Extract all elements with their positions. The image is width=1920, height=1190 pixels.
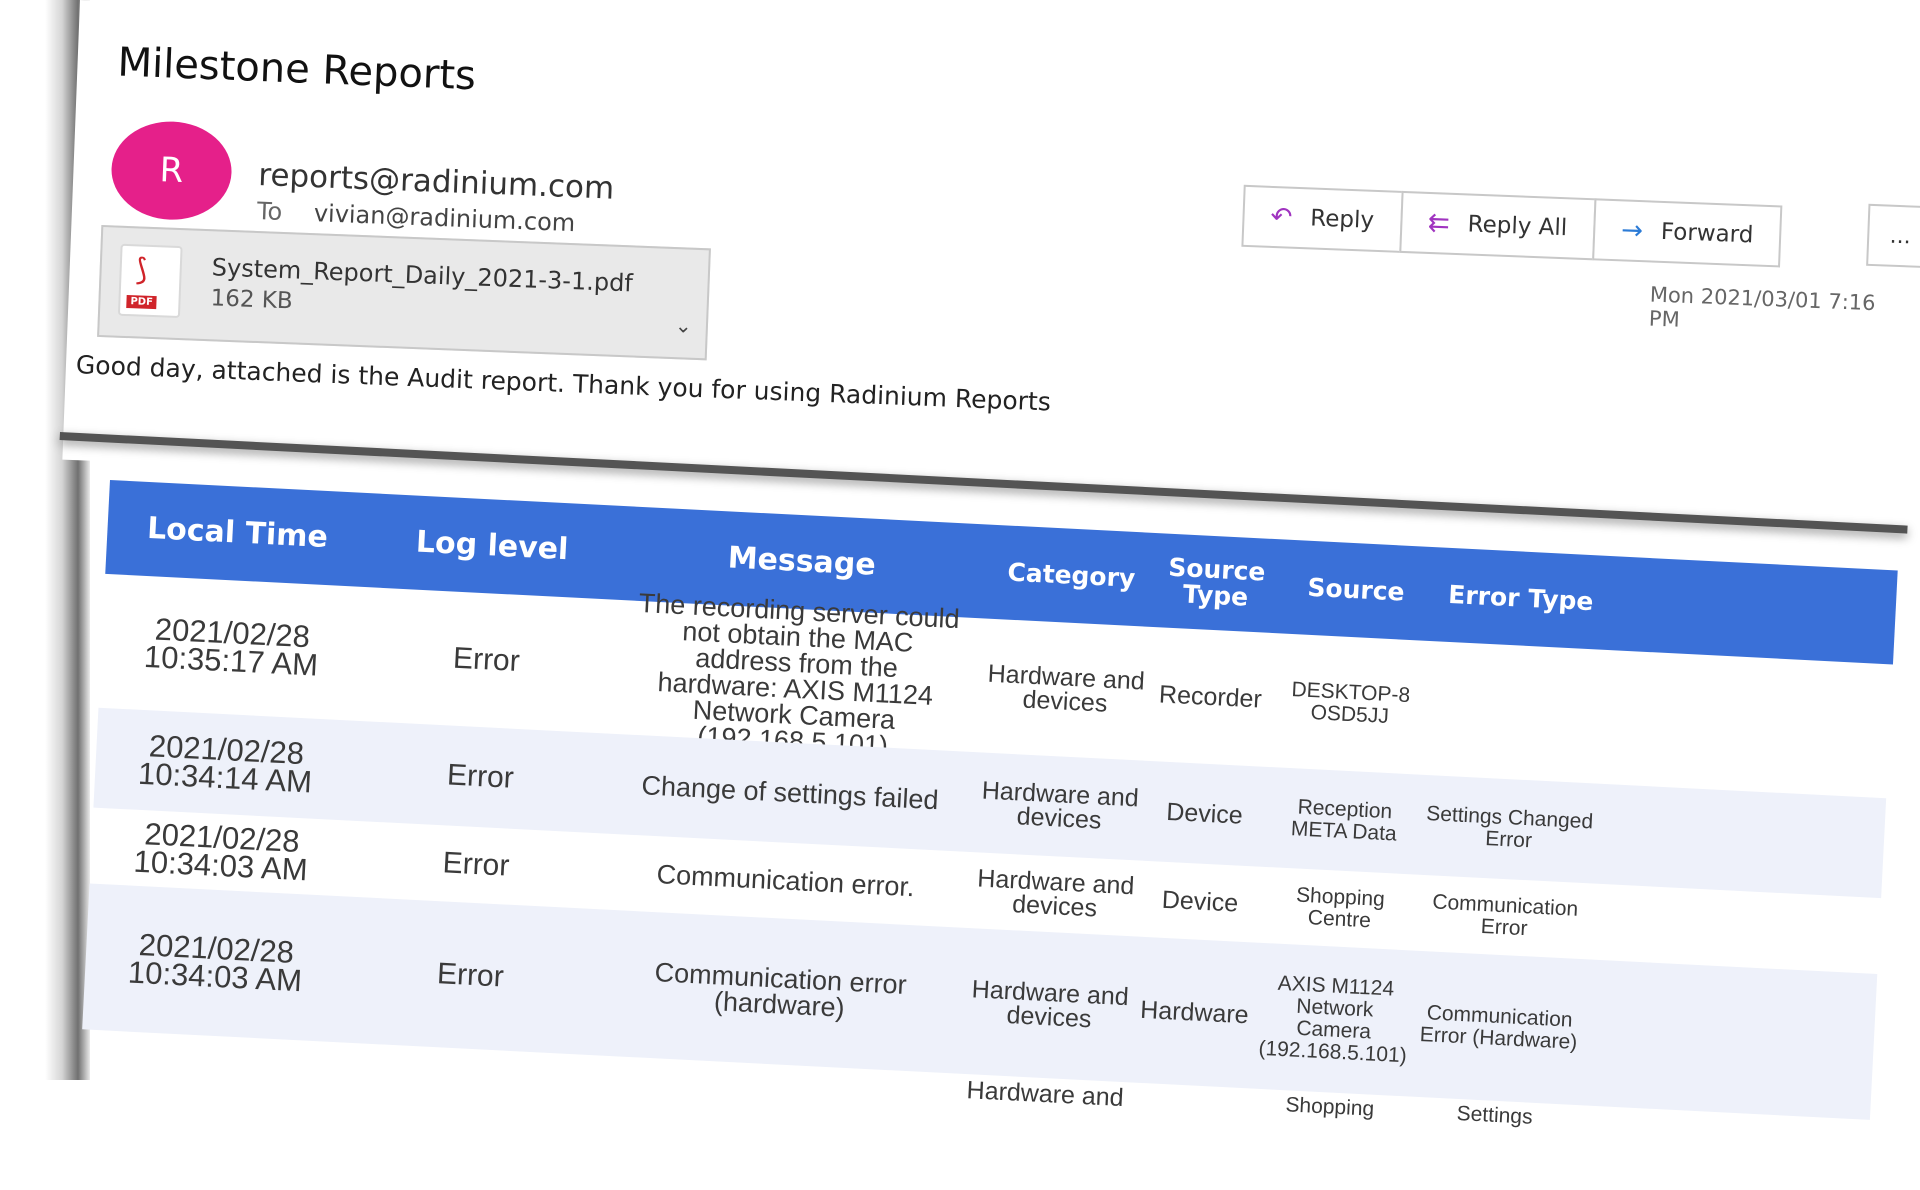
cell-error-type: Communication Error	[1431, 890, 1579, 941]
cell-category: Hardware and devices	[987, 659, 1146, 718]
column-header-source-type: Source Type	[1167, 552, 1267, 612]
cell-local-time: 2021/02/28 10:35:17 AM	[98, 574, 364, 721]
cell-category: Hardware and	[966, 1076, 1125, 1113]
cell-source-type: Device	[1161, 885, 1239, 918]
column-header-local-time: Local Time	[146, 510, 329, 556]
cell-local-time: 2021/02/28 10:34:14 AM	[93, 708, 358, 821]
message-datetime: Mon 2021/03/01 7:16 PM	[1648, 282, 1876, 332]
acrobat-glyph-icon: ⟆	[135, 252, 149, 288]
pdf-icon: ⟆ PDF	[117, 243, 183, 319]
recipient-address[interactable]: vivian@radinium.com	[313, 199, 575, 237]
avatar-initial: R	[158, 150, 185, 192]
reply-all-icon: ⇇	[1427, 207, 1451, 239]
cell-message: Change of settings failed	[640, 770, 940, 816]
to-label: To	[256, 196, 283, 226]
cell-clock: 10:34:03 AM	[127, 954, 303, 999]
attachment-size: 162 KB	[210, 285, 294, 315]
cell-local-time: 2021/02/28 10:34:03 AM	[90, 808, 354, 897]
cell-source: DESKTOP-8OSD5JJ	[1291, 678, 1411, 728]
cell-log-level: Error	[436, 957, 505, 994]
cell-source: Reception META Data	[1290, 795, 1398, 846]
message-body: Good day, attached is the Audit report. …	[75, 350, 1052, 417]
reply-icon: ↶	[1269, 201, 1293, 233]
cell-category: Hardware and devices	[981, 776, 1140, 835]
cell-error-type	[1427, 641, 1604, 783]
cell-clock: 10:35:17 AM	[143, 638, 319, 683]
cell-local-time: 2021/02/28 10:34:03 AM	[82, 883, 349, 1042]
audit-report-table: Local Time Log level Message Category So…	[79, 480, 1898, 1190]
cell-message: Communication error (hardware)	[653, 957, 908, 1023]
reply-button[interactable]: ↶ Reply	[1241, 184, 1404, 253]
reply-label: Reply	[1309, 205, 1375, 234]
cell-source-type: Recorder	[1158, 679, 1263, 714]
cell-clock: 10:34:03 AM	[132, 843, 309, 888]
cell-source: Shopping Centre	[1295, 883, 1386, 933]
cell-error-type: Settings	[1456, 1101, 1534, 1129]
cell-error-type: Communication Error (Hardware)	[1419, 1001, 1578, 1054]
more-actions-button[interactable]: ...	[1866, 203, 1920, 269]
cell-source: AXIS M1124 Network Camera (192.168.5.101…	[1257, 971, 1408, 1068]
cell-category: Hardware and devices	[976, 864, 1135, 923]
forward-button[interactable]: → Forward	[1591, 198, 1783, 268]
cell-source-type: Device	[1165, 797, 1244, 830]
forward-icon: →	[1620, 215, 1644, 247]
message-actions: ↶ Reply ⇇ Reply All → Forward	[1241, 184, 1873, 279]
cell-error-type: Settings Changed Error	[1425, 802, 1594, 853]
chevron-down-icon[interactable]: ⌄	[674, 313, 692, 338]
reply-all-label: Reply All	[1467, 211, 1568, 242]
email-subject: Milestone Reports	[116, 39, 477, 100]
avatar[interactable]: R	[109, 119, 234, 222]
cell-source-type: Hardware	[1139, 995, 1250, 1029]
forward-label: Forward	[1660, 218, 1754, 249]
more-icon: ...	[1889, 223, 1912, 249]
column-header-category: Category	[1006, 557, 1136, 593]
column-header-source: Source	[1306, 572, 1406, 607]
reply-all-button[interactable]: ⇇ Reply All	[1398, 190, 1597, 261]
cell-message: The recording server could not obtain th…	[638, 587, 961, 761]
attachment-card[interactable]: ⟆ PDF System_Report_Daily_2021-3-1.pdf 1…	[97, 224, 711, 361]
cell-clock: 10:34:14 AM	[137, 755, 313, 800]
cell-category: Hardware and devices	[971, 975, 1130, 1034]
pdf-tag: PDF	[126, 295, 158, 310]
column-header-error-type: Error Type	[1447, 579, 1595, 617]
cell-log-level: Error	[441, 846, 511, 883]
cell-log-level: Error	[446, 758, 515, 795]
cell-log-level: Error	[452, 641, 521, 678]
column-header-log-level: Log level	[415, 524, 570, 568]
cell-source: Shopping	[1284, 1093, 1375, 1121]
